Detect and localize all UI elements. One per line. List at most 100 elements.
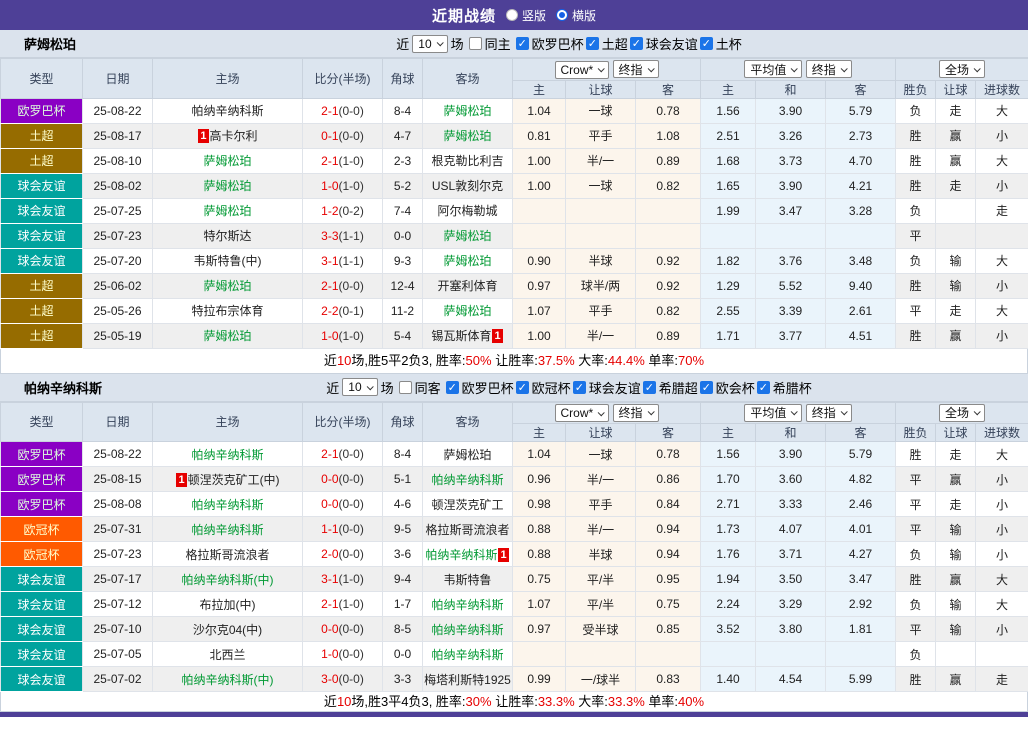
avg-draw-cell: 3.80 <box>756 617 826 642</box>
home-team-cell[interactable]: 萨姆松珀 <box>153 148 303 173</box>
away-team-cell[interactable]: 萨姆松珀 <box>423 442 513 467</box>
away-team-cell[interactable]: 开塞利体育 <box>423 273 513 298</box>
away-team-cell[interactable]: 萨姆松珀 <box>423 223 513 248</box>
home-team-cell[interactable]: 帕纳辛纳科斯(中) <box>153 667 303 692</box>
league-filter-item[interactable]: 欧罗巴杯 <box>514 34 584 53</box>
home-team-cell[interactable]: 萨姆松珀 <box>153 173 303 198</box>
league-filter-item[interactable]: 欧冠杯 <box>514 378 571 397</box>
away-team-cell[interactable]: 阿尔梅勒城 <box>423 198 513 223</box>
home-team-cell[interactable]: 格拉斯哥流浪者 <box>153 542 303 567</box>
match-count-select[interactable]: 10 <box>412 35 447 53</box>
home-team-cell[interactable]: 萨姆松珀 <box>153 273 303 298</box>
result-wdl-cell: 平 <box>896 223 936 248</box>
away-team-cell[interactable]: 顿涅茨克矿工 <box>423 492 513 517</box>
layout-horizontal-option[interactable]: 横版 <box>556 7 596 24</box>
odds-handicap-cell: 一球 <box>566 442 636 467</box>
summary-text: 让胜率: <box>492 694 538 709</box>
away-team-cell[interactable]: 萨姆松珀 <box>423 248 513 273</box>
league-type-cell: 球会友谊 <box>1 642 83 667</box>
fulltime-score: 1-0 <box>321 329 338 343</box>
fulltime-select[interactable]: 全场 <box>939 404 985 422</box>
checkbox-checked-icon[interactable] <box>446 381 459 394</box>
team-name-text: 萨姆松珀 <box>443 229 491 243</box>
home-team-cell[interactable]: 萨姆松珀 <box>153 323 303 348</box>
home-team-cell[interactable]: 特拉布宗体育 <box>153 298 303 323</box>
league-filter-item[interactable]: 希腊超 <box>641 378 698 397</box>
handicap-final-select[interactable]: 终指 <box>613 60 659 78</box>
home-team-cell[interactable]: 沙尔克04(中) <box>153 617 303 642</box>
title-bar: 近期战绩 竖版 横版 <box>0 0 1028 30</box>
halftime-score: (0-0) <box>339 547 364 561</box>
home-team-cell[interactable]: 帕纳辛纳科斯 <box>153 492 303 517</box>
league-filter-item[interactable]: 欧会杯 <box>698 378 755 397</box>
home-team-cell[interactable]: 北西兰 <box>153 642 303 667</box>
checkbox-checked-icon[interactable] <box>643 381 656 394</box>
checkbox-checked-icon[interactable] <box>700 381 713 394</box>
league-filter-item[interactable]: 球会友谊 <box>571 378 641 397</box>
away-team-cell[interactable]: 帕纳辛纳科斯 <box>423 617 513 642</box>
home-team-cell[interactable]: 1高卡尔利 <box>153 123 303 148</box>
bookmaker-select[interactable]: Crow* <box>555 404 610 422</box>
radio-checked-icon[interactable] <box>556 9 568 21</box>
away-team-cell[interactable]: 韦斯特鲁 <box>423 567 513 592</box>
league-filter-item[interactable]: 希腊杯 <box>755 378 812 397</box>
away-team-cell[interactable]: 帕纳辛纳科斯 <box>423 642 513 667</box>
average-final-select[interactable]: 终指 <box>806 60 852 78</box>
away-team-cell[interactable]: 帕纳辛纳科斯 <box>423 467 513 492</box>
team-name-text: 帕纳辛纳科斯(中) <box>182 673 274 687</box>
checkbox-unchecked-icon[interactable] <box>469 37 482 50</box>
fulltime-select[interactable]: 全场 <box>939 60 985 78</box>
halftime-score: (0-0) <box>339 104 364 118</box>
home-team-cell[interactable]: 帕纳辛纳科斯 <box>153 517 303 542</box>
home-team-cell[interactable]: 1顿涅茨克矿工(中) <box>153 467 303 492</box>
home-team-cell[interactable]: 帕纳辛纳科斯 <box>153 442 303 467</box>
avg-home-cell: 1.82 <box>701 248 756 273</box>
away-team-cell[interactable]: 萨姆松珀 <box>423 123 513 148</box>
odds-home-cell: 1.00 <box>513 148 566 173</box>
away-team-cell[interactable]: 根克勒比利吉 <box>423 148 513 173</box>
league-filter-item[interactable]: 球会友谊 <box>628 34 698 53</box>
team-name-text: 韦斯特鲁(中) <box>194 254 262 268</box>
away-team-cell[interactable]: 帕纳辛纳科斯1 <box>423 542 513 567</box>
average-select[interactable]: 平均值 <box>744 404 802 422</box>
team-name-text: 帕纳辛纳科斯 <box>431 598 503 612</box>
checkbox-checked-icon[interactable] <box>516 37 529 50</box>
radio-unchecked-icon[interactable] <box>506 9 518 21</box>
league-filter-item[interactable]: 土杯 <box>698 34 742 53</box>
checkbox-checked-icon[interactable] <box>586 37 599 50</box>
halftime-score: (0-0) <box>339 447 364 461</box>
handicap-final-select[interactable]: 终指 <box>613 404 659 422</box>
away-team-cell[interactable]: USL敦刻尔克 <box>423 173 513 198</box>
away-team-cell[interactable]: 锡瓦斯体育1 <box>423 323 513 348</box>
bookmaker-select[interactable]: Crow* <box>555 61 610 79</box>
home-team-cell[interactable]: 帕纳辛纳科斯 <box>153 98 303 123</box>
checkbox-checked-icon[interactable] <box>516 381 529 394</box>
home-team-cell[interactable]: 帕纳辛纳科斯(中) <box>153 567 303 592</box>
home-team-cell[interactable]: 萨姆松珀 <box>153 198 303 223</box>
same-venue-filter[interactable]: 同主 <box>467 34 511 53</box>
league-filter-item[interactable]: 土超 <box>584 34 628 53</box>
checkbox-checked-icon[interactable] <box>757 381 770 394</box>
same-venue-filter[interactable]: 同客 <box>397 378 441 397</box>
checkbox-checked-icon[interactable] <box>573 381 586 394</box>
home-team-cell[interactable]: 布拉加(中) <box>153 592 303 617</box>
home-team-cell[interactable]: 韦斯特鲁(中) <box>153 248 303 273</box>
average-select[interactable]: 平均值 <box>744 60 802 78</box>
away-team-cell[interactable]: 梅塔利斯特1925 <box>423 667 513 692</box>
average-final-select[interactable]: 终指 <box>806 404 852 422</box>
checkbox-checked-icon[interactable] <box>700 37 713 50</box>
layout-vertical-option[interactable]: 竖版 <box>506 7 546 24</box>
odds-handicap-cell: 一球 <box>566 98 636 123</box>
away-team-cell[interactable]: 萨姆松珀 <box>423 98 513 123</box>
home-team-cell[interactable]: 特尔斯达 <box>153 223 303 248</box>
away-team-cell[interactable]: 格拉斯哥流浪者 <box>423 517 513 542</box>
league-filter-item[interactable]: 欧罗巴杯 <box>444 378 514 397</box>
away-team-cell[interactable]: 萨姆松珀 <box>423 298 513 323</box>
away-team-cell[interactable]: 帕纳辛纳科斯 <box>423 592 513 617</box>
checkbox-unchecked-icon[interactable] <box>399 381 412 394</box>
league-type-cell: 欧罗巴杯 <box>1 442 83 467</box>
result-group-header: 全场 <box>896 402 1028 424</box>
checkbox-checked-icon[interactable] <box>630 37 643 50</box>
near-label: 近 <box>326 378 339 397</box>
match-count-select[interactable]: 10 <box>342 378 377 396</box>
